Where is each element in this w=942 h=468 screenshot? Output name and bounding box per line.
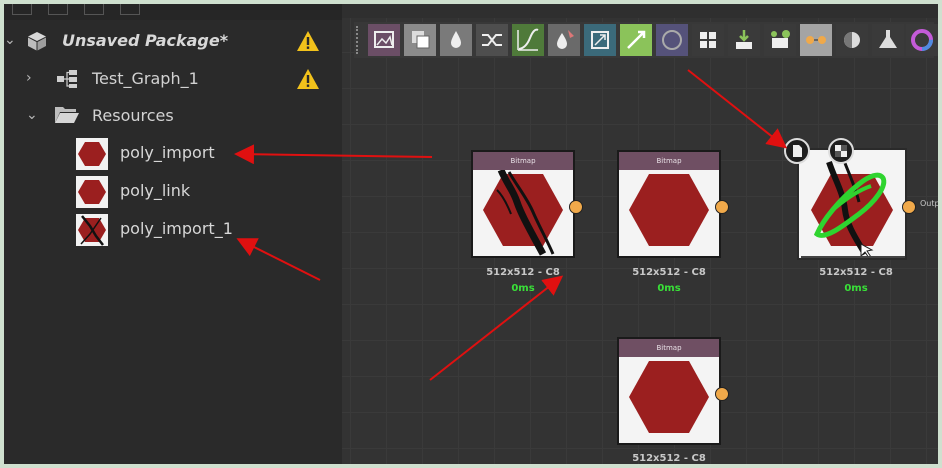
annotation-arrow — [687, 69, 788, 149]
annotation-arrow — [236, 238, 321, 281]
app-window: ⌄ Unsaved Package* › Test_Graph_1 ⌄ Reso… — [0, 0, 942, 468]
annotation-arrow — [429, 275, 564, 381]
annotation-arrow — [234, 144, 433, 165]
annotation-overlay — [234, 69, 788, 381]
